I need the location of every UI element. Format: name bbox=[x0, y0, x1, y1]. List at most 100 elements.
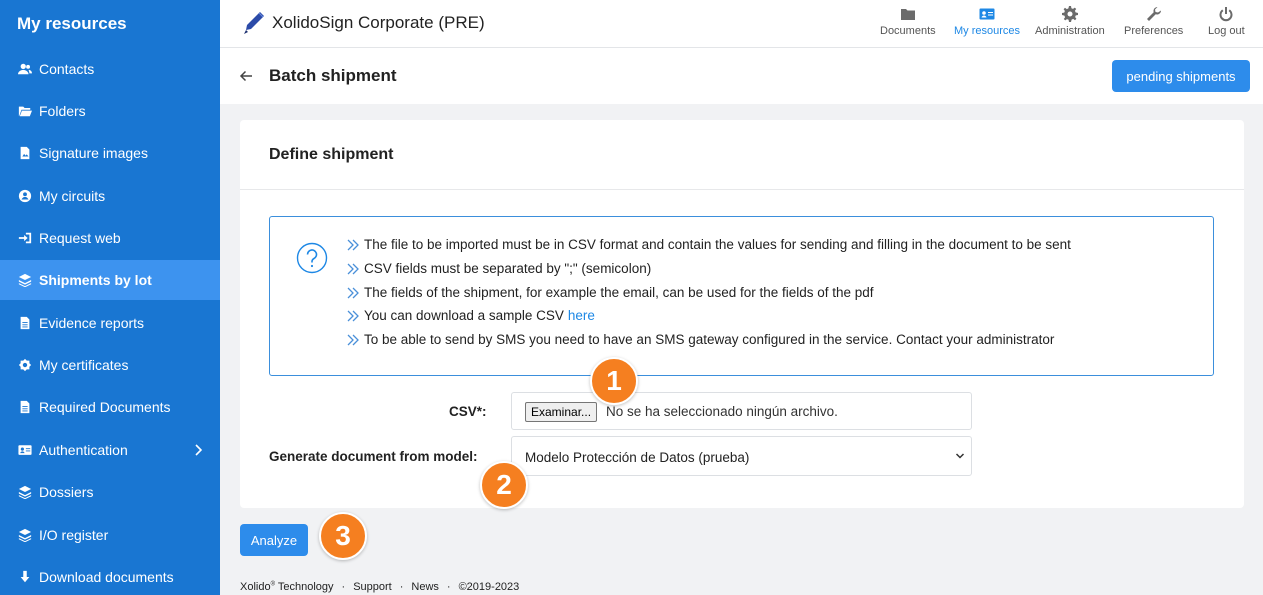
sample-csv-link[interactable]: here bbox=[568, 308, 595, 323]
info-item: You can download a sample CSV here bbox=[347, 308, 595, 323]
info-text: The fields of the shipment, for example … bbox=[364, 285, 874, 300]
step-badge-1: 1 bbox=[590, 357, 638, 405]
circuit-icon bbox=[17, 188, 33, 204]
sidebar-item-label: Required Documents bbox=[39, 399, 171, 415]
double-chevron-right-icon bbox=[347, 310, 359, 321]
sidebar-item-evidence-reports[interactable]: Evidence reports bbox=[0, 303, 220, 343]
top-header: XolidoSign Corporate (PRE) Documents My … bbox=[220, 0, 1263, 48]
sidebar-item-my-certificates[interactable]: My certificates bbox=[0, 345, 220, 385]
info-text: To be able to send by SMS you need to ha… bbox=[364, 332, 1055, 347]
double-chevron-right-icon bbox=[347, 334, 359, 345]
pen-logo-icon bbox=[244, 12, 264, 34]
sidebar-item-label: My certificates bbox=[39, 357, 129, 373]
sidebar-item-request-web[interactable]: Request web bbox=[0, 218, 220, 258]
analyze-button[interactable]: Analyze bbox=[240, 524, 308, 556]
nav-my-resources[interactable]: My resources bbox=[954, 6, 1020, 37]
sidebar-item-shipments-by-lot[interactable]: Shipments by lot bbox=[0, 260, 220, 300]
arrow-left-icon[interactable] bbox=[238, 68, 254, 84]
wrench-icon bbox=[1146, 6, 1161, 21]
nav-label: Preferences bbox=[1124, 25, 1184, 37]
sidebar: My resources Contacts Folders Signature … bbox=[0, 0, 220, 595]
browse-button[interactable]: Examinar... bbox=[525, 402, 598, 422]
page-title: Batch shipment bbox=[269, 66, 397, 85]
footer-separator: · bbox=[341, 581, 346, 593]
footer-support-link[interactable]: Support bbox=[353, 581, 392, 593]
model-label: Generate document from model: bbox=[269, 449, 478, 464]
users-icon bbox=[17, 61, 33, 77]
info-item: The fields of the shipment, for example … bbox=[347, 285, 874, 300]
folder-icon bbox=[900, 9, 915, 20]
csv-file-input[interactable]: Examinar... No se ha seleccionado ningún… bbox=[511, 392, 972, 430]
id-card-icon bbox=[979, 8, 995, 20]
sidebar-item-authentication[interactable]: Authentication bbox=[0, 430, 220, 470]
card-title: Define shipment bbox=[269, 146, 394, 163]
download-icon bbox=[17, 569, 33, 585]
sidebar-item-required-documents[interactable]: Required Documents bbox=[0, 387, 220, 427]
footer-separator: · bbox=[446, 581, 451, 593]
certificate-icon bbox=[17, 357, 33, 373]
sidebar-title: My resources bbox=[17, 14, 127, 33]
sidebar-item-label: Shipments by lot bbox=[39, 272, 152, 288]
double-chevron-right-icon bbox=[347, 263, 359, 274]
sidebar-item-label: Contacts bbox=[39, 61, 95, 77]
sidebar-item-my-circuits[interactable]: My circuits bbox=[0, 176, 220, 216]
info-item: CSV fields must be separated by ";" (sem… bbox=[347, 261, 651, 276]
step-badge-2: 2 bbox=[480, 461, 528, 509]
model-select[interactable]: Modelo Protección de Datos (prueba) bbox=[511, 436, 972, 476]
nav-label: My resources bbox=[954, 25, 1021, 37]
info-text: The file to be imported must be in CSV f… bbox=[364, 237, 1071, 252]
footer-company: Xolido® Technology bbox=[240, 581, 334, 593]
brand[interactable]: XolidoSign Corporate (PRE) bbox=[242, 10, 485, 36]
sidebar-item-label: I/O register bbox=[39, 527, 109, 543]
sidebar-item-label: Download documents bbox=[39, 569, 174, 585]
footer-separator: · bbox=[399, 581, 404, 593]
sidebar-item-dossiers[interactable]: Dossiers bbox=[0, 472, 220, 512]
pending-shipments-button[interactable]: pending shipments bbox=[1112, 60, 1250, 92]
brand-name: XolidoSign Corporate (PRE) bbox=[272, 13, 485, 32]
sidebar-item-label: Request web bbox=[39, 230, 121, 246]
nav-log-out[interactable]: Log out bbox=[1208, 6, 1245, 37]
sidebar-item-contacts[interactable]: Contacts bbox=[0, 49, 220, 89]
file-status: No se ha seleccionado ningún archivo. bbox=[606, 404, 838, 419]
layers-icon bbox=[17, 484, 33, 500]
model-selected-value: Modelo Protección de Datos (prueba) bbox=[525, 450, 750, 465]
footer-news-link[interactable]: News bbox=[411, 581, 439, 593]
footer: Xolido® Technology · Support · News · ©2… bbox=[240, 581, 519, 593]
sign-in-icon bbox=[17, 230, 33, 246]
image-file-icon bbox=[17, 145, 33, 161]
nav-label: Documents bbox=[880, 25, 936, 37]
documents-icon bbox=[17, 399, 33, 415]
csv-label: CSV*: bbox=[449, 404, 487, 419]
chevron-down-icon bbox=[955, 453, 965, 459]
sidebar-item-signature-images[interactable]: Signature images bbox=[0, 133, 220, 173]
folder-open-icon bbox=[17, 103, 33, 119]
nav-label: Log out bbox=[1208, 25, 1245, 37]
layers-icon bbox=[17, 527, 33, 543]
document-icon bbox=[17, 315, 33, 331]
nav-administration[interactable]: Administration bbox=[1035, 6, 1105, 37]
info-text: You can download a sample CSV bbox=[364, 308, 564, 323]
sidebar-item-label: Authentication bbox=[39, 442, 128, 458]
sidebar-item-folders[interactable]: Folders bbox=[0, 91, 220, 131]
sidebar-item-label: Dossiers bbox=[39, 484, 94, 500]
double-chevron-right-icon bbox=[347, 239, 359, 250]
sidebar-item-download-documents[interactable]: Download documents bbox=[0, 557, 220, 595]
info-box: The file to be imported must be in CSV f… bbox=[269, 216, 1214, 376]
double-chevron-right-icon bbox=[347, 287, 359, 298]
chevron-right-icon bbox=[195, 444, 203, 456]
power-icon bbox=[1219, 7, 1233, 22]
footer-copyright: ©2019-2023 bbox=[458, 581, 520, 593]
info-item: The file to be imported must be in CSV f… bbox=[347, 237, 1071, 252]
gear-icon bbox=[1061, 6, 1078, 22]
page-header: Batch shipment pending shipments bbox=[220, 48, 1263, 104]
nav-label: Administration bbox=[1035, 25, 1105, 37]
sidebar-item-label: Folders bbox=[39, 103, 86, 119]
sidebar-item-io-register[interactable]: I/O register bbox=[0, 515, 220, 555]
nav-preferences[interactable]: Preferences bbox=[1124, 6, 1183, 37]
info-text: CSV fields must be separated by ";" (sem… bbox=[364, 261, 652, 276]
step-badge-3: 3 bbox=[319, 512, 367, 560]
nav-documents[interactable]: Documents bbox=[880, 6, 936, 37]
id-card-icon bbox=[17, 442, 33, 458]
sidebar-item-label: My circuits bbox=[39, 188, 106, 204]
define-shipment-card: Define shipment The file to be imported … bbox=[240, 120, 1244, 508]
